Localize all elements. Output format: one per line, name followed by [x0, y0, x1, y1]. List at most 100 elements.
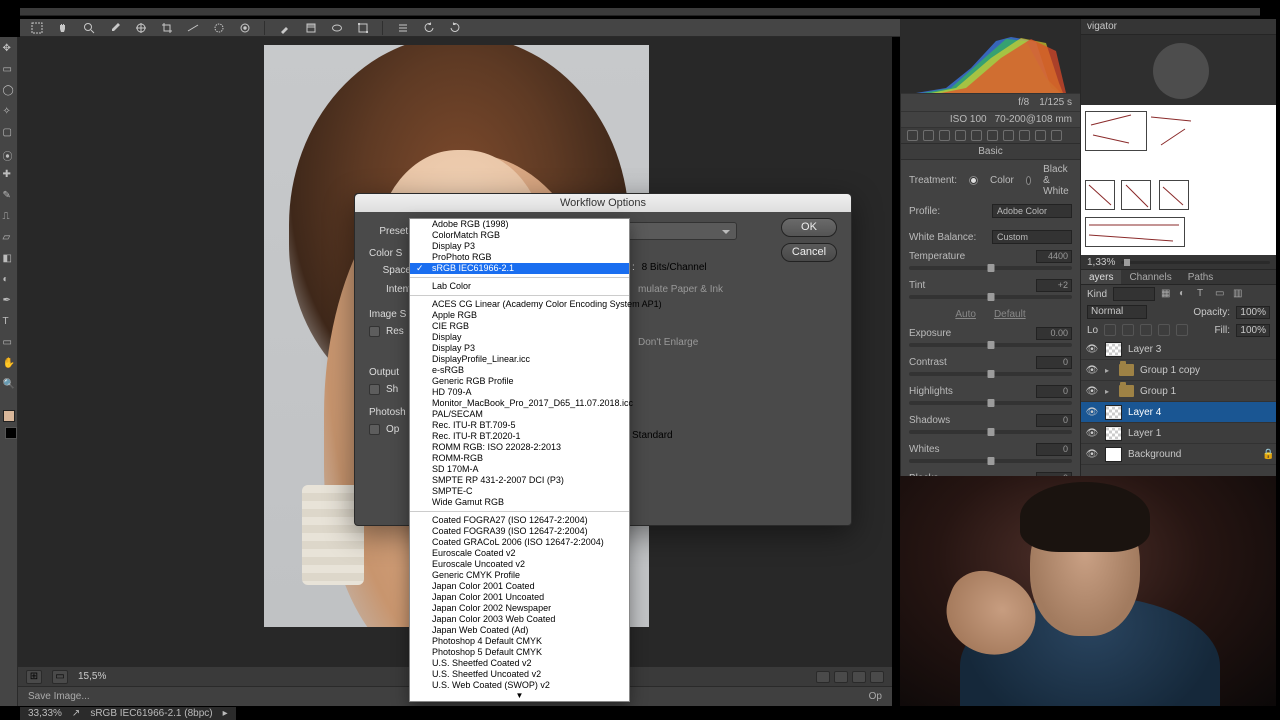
- fill-value[interactable]: 100%: [1236, 324, 1270, 337]
- dropdown-item[interactable]: Japan Color 2001 Uncoated: [410, 592, 629, 603]
- crop-tool-icon[interactable]: ▢: [3, 127, 15, 139]
- layer-row[interactable]: 👁▸Group 1 copy: [1081, 360, 1276, 381]
- dropdown-item[interactable]: Wide Gamut RGB: [410, 497, 629, 508]
- filter-smart-icon[interactable]: ▥: [1233, 288, 1245, 300]
- tint-value[interactable]: +2: [1036, 279, 1072, 292]
- arrow-icon[interactable]: ↗: [72, 707, 80, 720]
- color-space-dropdown[interactable]: Adobe RGB (1998)ColorMatch RGBDisplay P3…: [409, 218, 630, 702]
- background-color-swatch[interactable]: [5, 427, 17, 439]
- shadows-value[interactable]: 0: [1036, 414, 1072, 427]
- dropdown-item[interactable]: Coated FOGRA39 (ISO 12647-2:2004): [410, 526, 629, 537]
- zoom-tool-icon[interactable]: 🔍: [3, 379, 15, 391]
- profile-select[interactable]: Adobe Color: [992, 204, 1072, 218]
- layer-thumbnail[interactable]: [1105, 405, 1122, 420]
- dropdown-item[interactable]: sRGB IEC61966-2.1: [410, 263, 629, 274]
- doc-zoom[interactable]: 33,33%: [28, 707, 62, 720]
- dropdown-item[interactable]: SMPTE-C: [410, 486, 629, 497]
- dropdown-item[interactable]: Generic CMYK Profile: [410, 570, 629, 581]
- layer-name[interactable]: Layer 1: [1128, 428, 1161, 439]
- exposure-slider[interactable]: [909, 343, 1072, 347]
- filter-adjust-icon[interactable]: ◐: [1179, 288, 1191, 300]
- depth-select[interactable]: 8 Bits/Channel: [642, 262, 707, 273]
- wb-select[interactable]: Custom: [992, 230, 1072, 244]
- layer-thumbnail[interactable]: [1105, 447, 1122, 462]
- view-before-after-h-icon[interactable]: [834, 671, 848, 683]
- lock-transparent-icon[interactable]: [1104, 324, 1116, 336]
- temperature-slider[interactable]: [909, 266, 1072, 270]
- layer-name[interactable]: Background: [1128, 449, 1181, 460]
- amount-select[interactable]: Standard: [632, 430, 673, 441]
- foreground-color-swatch[interactable]: [3, 410, 15, 422]
- dropdown-item[interactable]: ROMM RGB: ISO 22028-2:2013: [410, 442, 629, 453]
- view-menu-icon[interactable]: [870, 671, 884, 683]
- eyedropper-icon[interactable]: [108, 21, 121, 34]
- save-image-button[interactable]: Save Image...: [28, 691, 90, 702]
- dropdown-item[interactable]: ACES CG Linear (Academy Color Encoding S…: [410, 299, 629, 310]
- lock-pixels-icon[interactable]: [1122, 324, 1134, 336]
- dropdown-item[interactable]: ColorMatch RGB: [410, 230, 629, 241]
- layer-row[interactable]: 👁 Layer 1: [1081, 423, 1276, 444]
- opacity-value[interactable]: 100%: [1236, 306, 1270, 319]
- dropdown-item[interactable]: SMPTE RP 431-2-2007 DCI (P3): [410, 475, 629, 486]
- gradient-tool-icon[interactable]: ◧: [3, 253, 15, 265]
- navigator-preview[interactable]: [1081, 35, 1276, 105]
- default-link[interactable]: Default: [994, 309, 1026, 320]
- shape-tool-icon[interactable]: ▭: [3, 337, 15, 349]
- heal-tool-icon[interactable]: ✚: [3, 169, 15, 181]
- group-twisty-icon[interactable]: ▸: [1105, 387, 1113, 396]
- whites-value[interactable]: 0: [1036, 443, 1072, 456]
- brush-tool-icon[interactable]: ✎: [3, 190, 15, 202]
- view-single-icon[interactable]: [816, 671, 830, 683]
- contrast-value[interactable]: 0: [1036, 356, 1072, 369]
- dropdown-item[interactable]: Photoshop 4 Default CMYK: [410, 636, 629, 647]
- dropdown-item[interactable]: ROMM-RGB: [410, 453, 629, 464]
- type-tool-icon[interactable]: T: [3, 316, 15, 328]
- sharpen-checkbox[interactable]: [369, 384, 380, 395]
- color-sampler-icon[interactable]: [134, 21, 147, 34]
- dropdown-item[interactable]: Euroscale Uncoated v2: [410, 559, 629, 570]
- pen-tool-icon[interactable]: ✒: [3, 295, 15, 307]
- redeye-icon[interactable]: [238, 21, 251, 34]
- filter-type-icon[interactable]: T: [1197, 288, 1209, 300]
- dropdown-item[interactable]: HD 709-A: [410, 387, 629, 398]
- group-twisty-icon[interactable]: ▸: [1105, 366, 1113, 375]
- dodge-tool-icon[interactable]: ◐: [3, 274, 15, 286]
- visibility-icon[interactable]: 👁: [1085, 428, 1099, 439]
- graduated-filter-icon[interactable]: [304, 21, 317, 34]
- lock-position-icon[interactable]: [1140, 324, 1152, 336]
- exposure-value[interactable]: 0.00: [1036, 327, 1072, 340]
- rotate-cw-icon[interactable]: [448, 21, 461, 34]
- lock-all-icon[interactable]: [1176, 324, 1188, 336]
- dropdown-item[interactable]: e-sRGB: [410, 365, 629, 376]
- dropdown-item[interactable]: Japan Color 2001 Coated: [410, 581, 629, 592]
- resize-checkbox[interactable]: [369, 326, 380, 337]
- dropdown-item[interactable]: Monitor_MacBook_Pro_2017_D65_11.07.2018.…: [410, 398, 629, 409]
- auto-link[interactable]: Auto: [955, 309, 976, 320]
- zoom-chip[interactable]: ▭: [52, 670, 68, 684]
- filter-pixel-icon[interactable]: ▦: [1161, 288, 1173, 300]
- dropdown-item[interactable]: Coated FOGRA27 (ISO 12647-2:2004): [410, 515, 629, 526]
- chevron-right-icon[interactable]: ▸: [223, 707, 228, 720]
- layer-thumbnail[interactable]: [1105, 426, 1122, 441]
- selection-icon[interactable]: [30, 21, 43, 34]
- lasso-tool-icon[interactable]: ◯: [3, 85, 15, 97]
- zoom-fit-icon[interactable]: ⊞: [26, 670, 42, 684]
- dropdown-item[interactable]: U.S. Web Coated (SWOP) v2: [410, 680, 629, 691]
- shadows-slider[interactable]: [909, 430, 1072, 434]
- paths-tab[interactable]: Paths: [1180, 270, 1222, 284]
- blend-mode-select[interactable]: Normal: [1087, 305, 1147, 319]
- filter-shape-icon[interactable]: ▭: [1215, 288, 1227, 300]
- move-tool-icon[interactable]: ✥: [3, 43, 15, 55]
- spot-removal-icon[interactable]: [212, 21, 225, 34]
- hand-tool-icon[interactable]: ✋: [3, 358, 15, 370]
- dropdown-item[interactable]: Display P3: [410, 241, 629, 252]
- tint-slider[interactable]: [909, 295, 1072, 299]
- dropdown-item[interactable]: DisplayProfile_Linear.icc: [410, 354, 629, 365]
- highlights-slider[interactable]: [909, 401, 1072, 405]
- dropdown-item[interactable]: Display: [410, 332, 629, 343]
- dropdown-item[interactable]: Rec. ITU-R BT.2020-1: [410, 431, 629, 442]
- dropdown-item[interactable]: Photoshop 5 Default CMYK: [410, 647, 629, 658]
- navigator-zoom-bar[interactable]: 1,33%: [1081, 255, 1276, 269]
- visibility-icon[interactable]: 👁: [1085, 365, 1099, 376]
- hand-icon[interactable]: [56, 21, 69, 34]
